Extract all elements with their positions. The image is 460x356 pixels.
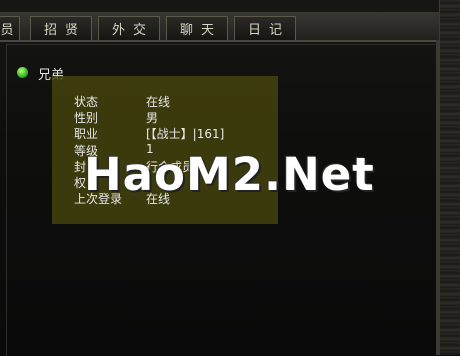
info-key: 职业 — [74, 127, 99, 141]
tab-recruit[interactable]: 招贤 — [30, 16, 92, 40]
tab-diplomacy[interactable]: 外交 — [98, 16, 160, 40]
tab-chat[interactable]: 聊天 — [166, 16, 228, 40]
tab-diary[interactable]: 日记 — [234, 16, 296, 40]
info-value: [【战士】|161] — [146, 127, 225, 141]
info-value: 男 — [146, 111, 159, 125]
tab-chat-label: 聊天 — [179, 23, 222, 38]
tab-members-label: 员 — [0, 23, 14, 38]
info-value: 在线 — [146, 95, 171, 109]
tab-members[interactable]: 员 — [0, 16, 20, 40]
info-key: 状态 — [74, 95, 99, 109]
watermark-text: HaoM2.Net — [84, 148, 375, 201]
scrollbar-track[interactable] — [439, 0, 460, 355]
tab-diary-label: 日记 — [247, 23, 290, 38]
online-status-icon — [17, 67, 28, 78]
info-key: 性别 — [74, 111, 99, 125]
tab-diplomacy-label: 外交 — [111, 23, 154, 38]
tab-recruit-label: 招贤 — [43, 23, 86, 38]
